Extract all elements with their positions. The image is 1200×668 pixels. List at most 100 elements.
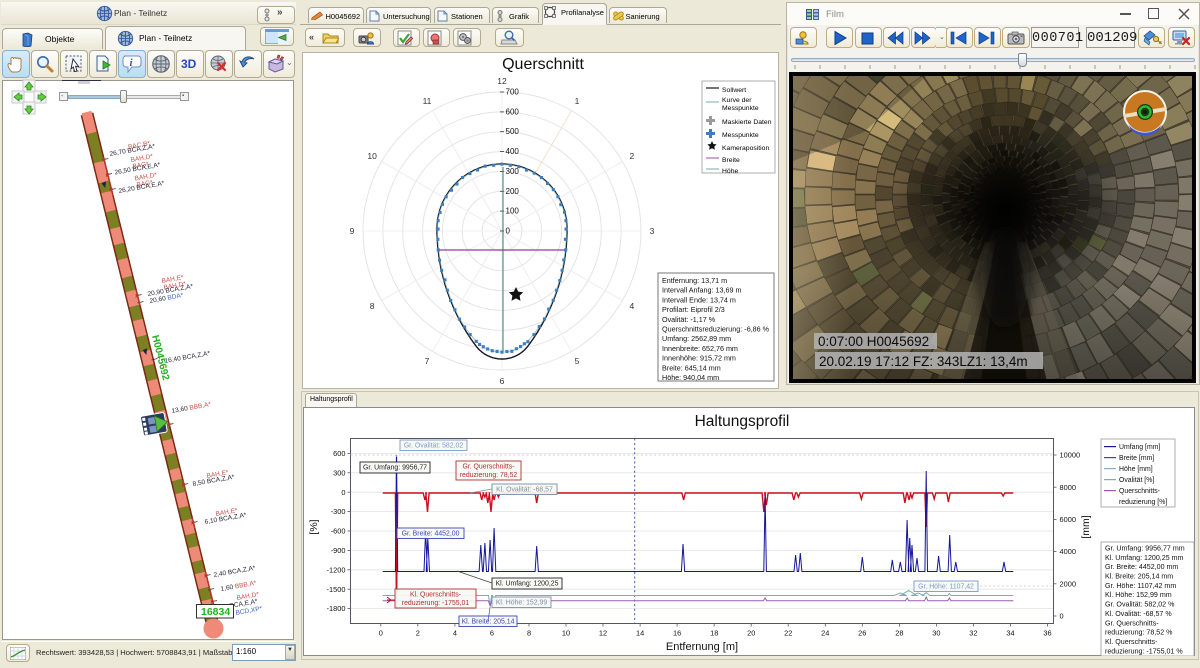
svg-text:5: 5 (575, 356, 580, 366)
svg-text:-900: -900 (331, 546, 346, 555)
svg-text:Entfernung [m]: Entfernung [m] (666, 641, 738, 653)
svg-text:10: 10 (562, 629, 570, 638)
svg-text:0: 0 (341, 488, 345, 497)
svg-text:4: 4 (630, 301, 635, 311)
svg-text:0: 0 (506, 227, 511, 236)
svg-text:Gr. Umfang: 9956,77: Gr. Umfang: 9956,77 (363, 464, 427, 471)
svg-text:Kl. Umfang: 1200,25 mm: Kl. Umfang: 1200,25 mm (1105, 554, 1184, 562)
svg-text:Gr. Querschnitts-: Gr. Querschnitts- (1105, 619, 1159, 627)
svg-text:100: 100 (506, 207, 520, 216)
svg-text:-300: -300 (331, 507, 346, 516)
svg-text:Gr. Höhe: 1107,42: Gr. Höhe: 1107,42 (918, 583, 974, 590)
svg-text:2000: 2000 (1060, 579, 1076, 588)
svg-text:600: 600 (333, 449, 345, 458)
svg-text:Messpunkte: Messpunkte (722, 105, 759, 112)
svg-text:Gr. Querschnitts-: Gr. Querschnitts- (462, 463, 514, 470)
svg-text:4: 4 (453, 629, 457, 638)
svg-text:Kl. Breite: 205,14 mm: Kl. Breite: 205,14 mm (1105, 573, 1173, 581)
svg-text:Profilart: Eiprofil 2/3: Profilart: Eiprofil 2/3 (662, 305, 725, 314)
svg-text:Breite: Breite (722, 157, 740, 164)
svg-text:Maskierte Daten: Maskierte Daten (722, 119, 772, 126)
svg-text:Kameraposition: Kameraposition (722, 145, 769, 152)
svg-text:-1500: -1500 (327, 585, 346, 594)
svg-text:400: 400 (506, 147, 520, 156)
svg-text:Innenhöhe: 915,72 mm: Innenhöhe: 915,72 mm (662, 354, 736, 363)
svg-text:8: 8 (527, 629, 531, 638)
svg-text:300: 300 (506, 167, 520, 176)
svg-text:10000: 10000 (1060, 451, 1081, 460)
svg-text:[%]: [%] (308, 519, 320, 534)
svg-text:Kl. Höhe: 152,99: Kl. Höhe: 152,99 (496, 599, 548, 606)
svg-text:1: 1 (575, 96, 580, 106)
svg-text:reduzierung: -1755,01: reduzierung: -1755,01 (402, 600, 470, 607)
svg-text:18: 18 (710, 629, 718, 638)
svg-text:Kl. Umfang: 1200,25: Kl. Umfang: 1200,25 (496, 580, 559, 587)
svg-text:2: 2 (630, 151, 635, 161)
svg-text:Intervall Ende: 13,74 m: Intervall Ende: 13,74 m (662, 295, 736, 304)
svg-text:Innenbreite: 652,76 mm: Innenbreite: 652,76 mm (662, 344, 738, 353)
svg-text:Höhe [mm]: Höhe [mm] (1119, 466, 1153, 473)
svg-text:300: 300 (333, 468, 345, 477)
svg-text:Kurve der: Kurve der (722, 97, 752, 104)
svg-text:22: 22 (784, 629, 792, 638)
svg-text:28: 28 (895, 629, 903, 638)
svg-text:Kl. Ovalität: -68,57: Kl. Ovalität: -68,57 (496, 486, 553, 493)
svg-text:20: 20 (747, 629, 755, 638)
svg-text:600: 600 (506, 107, 520, 116)
svg-text:Entfernung: 13,71 m: Entfernung: 13,71 m (662, 276, 727, 285)
svg-text:16: 16 (673, 629, 681, 638)
svg-text:36: 36 (1043, 629, 1051, 638)
svg-text:Messpunkte: Messpunkte (722, 132, 759, 139)
svg-text:8000: 8000 (1060, 483, 1076, 492)
svg-text:Intervall Anfang: 13,69 m: Intervall Anfang: 13,69 m (662, 286, 742, 295)
svg-text:reduzierung: 78,52 %: reduzierung: 78,52 % (1105, 629, 1173, 637)
svg-text:-1800: -1800 (327, 604, 346, 613)
svg-text:24: 24 (821, 629, 829, 638)
svg-text:12: 12 (599, 629, 607, 638)
svg-text:Breite [mm]: Breite [mm] (1119, 455, 1154, 462)
svg-text:Querschnitt: Querschnitt (502, 56, 584, 73)
svg-text:0:07:00 H0045692: 0:07:00 H0045692 (818, 334, 929, 349)
svg-text:reduzierung [%]: reduzierung [%] (1119, 499, 1167, 506)
svg-text:Umfang: 2562,89 mm: Umfang: 2562,89 mm (662, 334, 731, 343)
svg-text:200: 200 (506, 187, 520, 196)
svg-text:Gr. Höhe: 1107,42 mm: Gr. Höhe: 1107,42 mm (1105, 582, 1176, 590)
svg-text:14: 14 (636, 629, 644, 638)
svg-text:Gr. Breite: 4452,00: Gr. Breite: 4452,00 (402, 530, 460, 537)
svg-text:32: 32 (969, 629, 977, 638)
svg-text:-1200: -1200 (327, 565, 346, 574)
svg-text:20.02.19 17:12 FZ: 343LZ1: 13,: 20.02.19 17:12 FZ: 343LZ1: 13,4m (819, 354, 1028, 369)
svg-text:Gr. Umfang: 9956,77 mm: Gr. Umfang: 9956,77 mm (1105, 545, 1185, 553)
svg-text:Gr. Breite: 4452,00 mm: Gr. Breite: 4452,00 mm (1105, 563, 1178, 571)
svg-text:12: 12 (497, 76, 507, 86)
svg-text:500: 500 (506, 127, 520, 136)
svg-text:34: 34 (1006, 629, 1014, 638)
svg-text:Gr. Ovalität: 582,02: Gr. Ovalität: 582,02 (404, 442, 464, 449)
svg-text:reduzierung: 78,52: reduzierung: 78,52 (460, 472, 518, 479)
svg-text:Kl. Querschnitts-: Kl. Querschnitts- (410, 591, 461, 598)
svg-text:Ovalität [%]: Ovalität [%] (1119, 477, 1154, 484)
svg-text:30: 30 (932, 629, 940, 638)
svg-text:7: 7 (425, 356, 430, 366)
svg-text:0: 0 (1060, 612, 1064, 621)
svg-text:reduzierung: -1755,01 %: reduzierung: -1755,01 % (1105, 647, 1183, 655)
svg-text:3: 3 (650, 226, 655, 236)
svg-text:6: 6 (490, 629, 494, 638)
svg-text:Sollwert: Sollwert (722, 87, 746, 94)
svg-text:Querschnitts-: Querschnitts- (1119, 488, 1160, 495)
svg-text:8: 8 (370, 301, 375, 311)
svg-text:2: 2 (416, 629, 420, 638)
svg-text:9: 9 (350, 226, 355, 236)
svg-text:11: 11 (423, 96, 432, 106)
svg-text:4000: 4000 (1060, 547, 1076, 556)
svg-text:6000: 6000 (1060, 515, 1076, 524)
svg-text:Querschnittsreduzierung: -6,86: Querschnittsreduzierung: -6,86 % (662, 325, 770, 334)
svg-text:Kl. Ovalität: -68,57 %: Kl. Ovalität: -68,57 % (1105, 610, 1172, 618)
svg-text:10: 10 (367, 151, 377, 161)
svg-text:Kl. Querschnitts-: Kl. Querschnitts- (1105, 638, 1158, 646)
svg-text:26: 26 (858, 629, 866, 638)
svg-text:Kl. Höhe: 152,99 mm: Kl. Höhe: 152,99 mm (1105, 591, 1172, 599)
svg-text:6: 6 (500, 376, 505, 386)
svg-text:Höhe: Höhe (722, 168, 738, 175)
svg-text:2,40 BCA,Z,A*: 2,40 BCA,Z,A* (213, 565, 256, 579)
